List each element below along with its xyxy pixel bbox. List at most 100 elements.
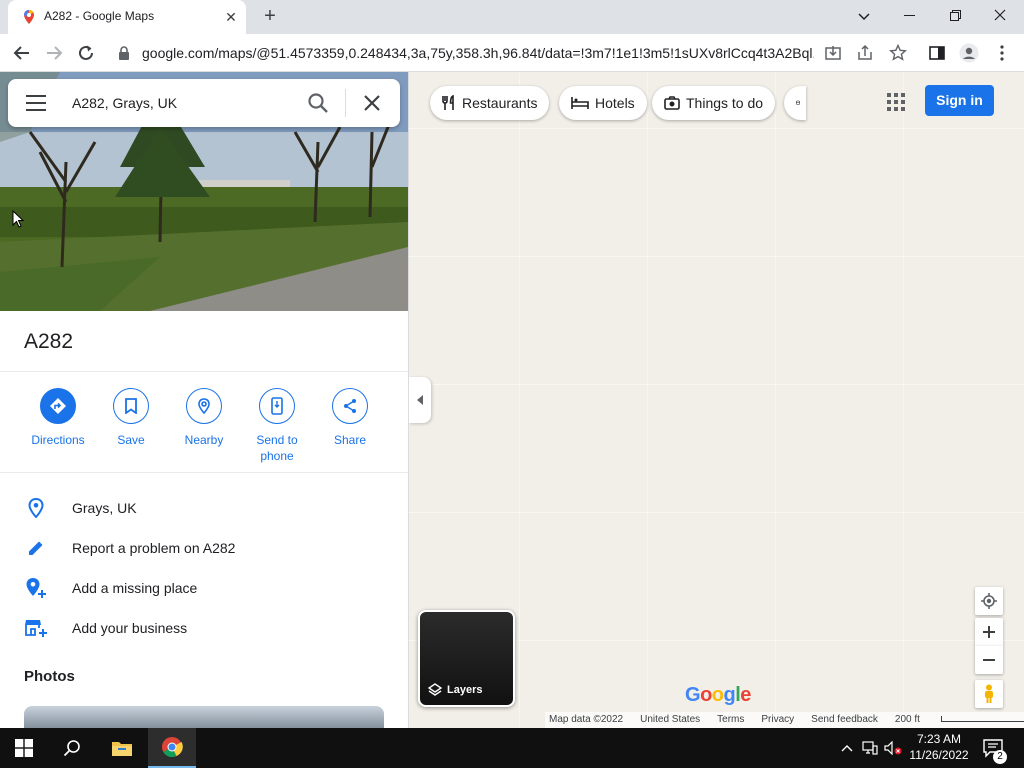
install-app-icon[interactable] [823,43,843,63]
url-text[interactable]: google.com/maps/@51.4573359,0.248434,3a,… [142,45,814,61]
minus-icon [983,659,995,661]
reload-button[interactable] [74,41,98,65]
restore-button[interactable] [941,4,969,28]
my-location-icon [981,593,997,609]
zoom-in-button[interactable] [975,618,1003,646]
map-gridline [519,72,520,728]
scale-text: 200 ft [894,714,920,725]
save-button[interactable]: Save [94,388,168,448]
menu-icon[interactable] [22,93,50,113]
chevron-up-icon [841,745,853,752]
search-box [8,79,400,127]
folder-icon [112,742,132,756]
new-tab-button[interactable]: + [258,5,282,29]
volume-muted-icon[interactable] [884,739,902,757]
location-row[interactable]: Grays, UK [0,488,408,528]
report-problem-row[interactable]: Report a problem on A282 [0,528,408,568]
sign-in-button[interactable]: Sign in [925,85,994,116]
directions-button[interactable]: Directions [21,388,95,448]
bookmark-star-icon[interactable] [888,43,908,63]
map-attribution-bar: Map data ©2022 United States Terms Priva… [545,712,1024,728]
country-link[interactable]: United States [640,714,700,726]
share-button[interactable]: Share [313,388,387,448]
report-problem-text: Report a problem on A282 [72,540,236,556]
restaurants-label: Restaurants [462,95,538,111]
minimize-button[interactable] [895,4,923,28]
nearby-button[interactable]: Nearby [167,388,241,448]
location-text: Grays, UK [72,500,137,516]
tab-close-icon[interactable]: ✕ [222,8,240,26]
transit-chip[interactable] [784,86,806,120]
share-page-icon[interactable] [855,43,875,63]
windows-taskbar: 7:23 AM 11/26/2022 2 [0,728,1024,768]
camera-icon [664,96,680,110]
taskbar-search-button[interactable] [48,728,96,768]
send-feedback-link[interactable]: Send feedback [811,714,878,726]
chrome-taskbar-button[interactable] [148,728,196,768]
restaurants-chip[interactable]: Restaurants [430,86,550,120]
search-input[interactable] [72,93,292,113]
back-button[interactable] [10,41,34,65]
close-window-button[interactable] [986,4,1014,28]
address-bar[interactable]: google.com/maps/@51.4573359,0.248434,3a,… [112,39,918,67]
save-label: Save [117,433,145,447]
browser-tab-strip: A282 - Google Maps ✕ + [0,0,1024,34]
terms-link[interactable]: Terms [717,714,744,726]
map-gridline [409,256,1024,257]
chrome-icon [162,737,183,758]
privacy-link[interactable]: Privacy [761,714,794,726]
things-to-do-chip[interactable]: Things to do [652,86,776,120]
file-explorer-button[interactable] [98,728,146,768]
show-hidden-icons-button[interactable] [838,739,856,757]
place-panel: A282 Directions Save Nearby Send to phon… [0,72,409,728]
tab-title: A282 - Google Maps [44,9,155,23]
close-icon[interactable] [360,91,384,115]
lock-icon[interactable] [118,46,130,60]
location-pin-icon [24,496,48,520]
forward-button[interactable] [42,41,66,65]
map-gridline [903,72,904,728]
back-arrow-icon [13,46,29,60]
profile-avatar-icon[interactable] [959,43,979,63]
send-to-phone-button[interactable]: Send to phone [240,388,314,464]
hotels-chip[interactable]: Hotels [559,86,647,120]
forward-arrow-icon [47,46,63,60]
reload-icon [79,45,93,60]
browser-tab[interactable]: A282 - Google Maps ✕ [8,0,246,34]
map-gridline [409,128,1024,129]
side-panel-icon[interactable] [927,43,947,63]
add-missing-place-row[interactable]: Add a missing place [0,568,408,608]
hotel-bed-icon [571,97,589,109]
add-business-row[interactable]: Add your business [0,608,408,648]
search-divider [345,89,346,117]
place-title: A282 [24,330,74,353]
tab-search-icon[interactable] [850,4,878,28]
send-to-phone-label: Send to phone [256,433,298,463]
map-canvas[interactable]: Restaurants Hotels Things to do Sign in … [409,72,1024,728]
system-clock[interactable]: 7:23 AM 11/26/2022 [904,731,974,763]
scale-label[interactable]: 200 ft [895,714,1024,726]
map-gridline [409,512,1024,513]
add-missing-place-text: Add a missing place [72,580,198,596]
add-business-text: Add your business [72,620,188,636]
start-button[interactable] [0,728,48,768]
street-view-photo[interactable] [0,72,408,311]
map-gridline [775,72,776,728]
google-maps-favicon-icon [24,10,34,24]
transit-icon [796,100,800,105]
google-apps-icon[interactable] [885,91,907,113]
network-icon[interactable] [861,739,879,757]
layers-button[interactable]: Layers [418,610,515,707]
street-view-pegman-button[interactable] [975,680,1003,708]
zoom-out-button[interactable] [975,646,1003,674]
collapse-panel-button[interactable] [409,377,431,423]
search-icon[interactable] [306,91,330,115]
caret-left-icon [417,395,423,405]
photo-thumbnail[interactable] [24,706,384,728]
add-business-icon [24,616,48,640]
add-location-icon [24,576,48,600]
map-data-text: Map data ©2022 [549,714,624,725]
browser-menu-icon[interactable] [992,43,1012,63]
mouse-cursor-icon [12,210,24,228]
my-location-button[interactable] [975,587,1003,615]
